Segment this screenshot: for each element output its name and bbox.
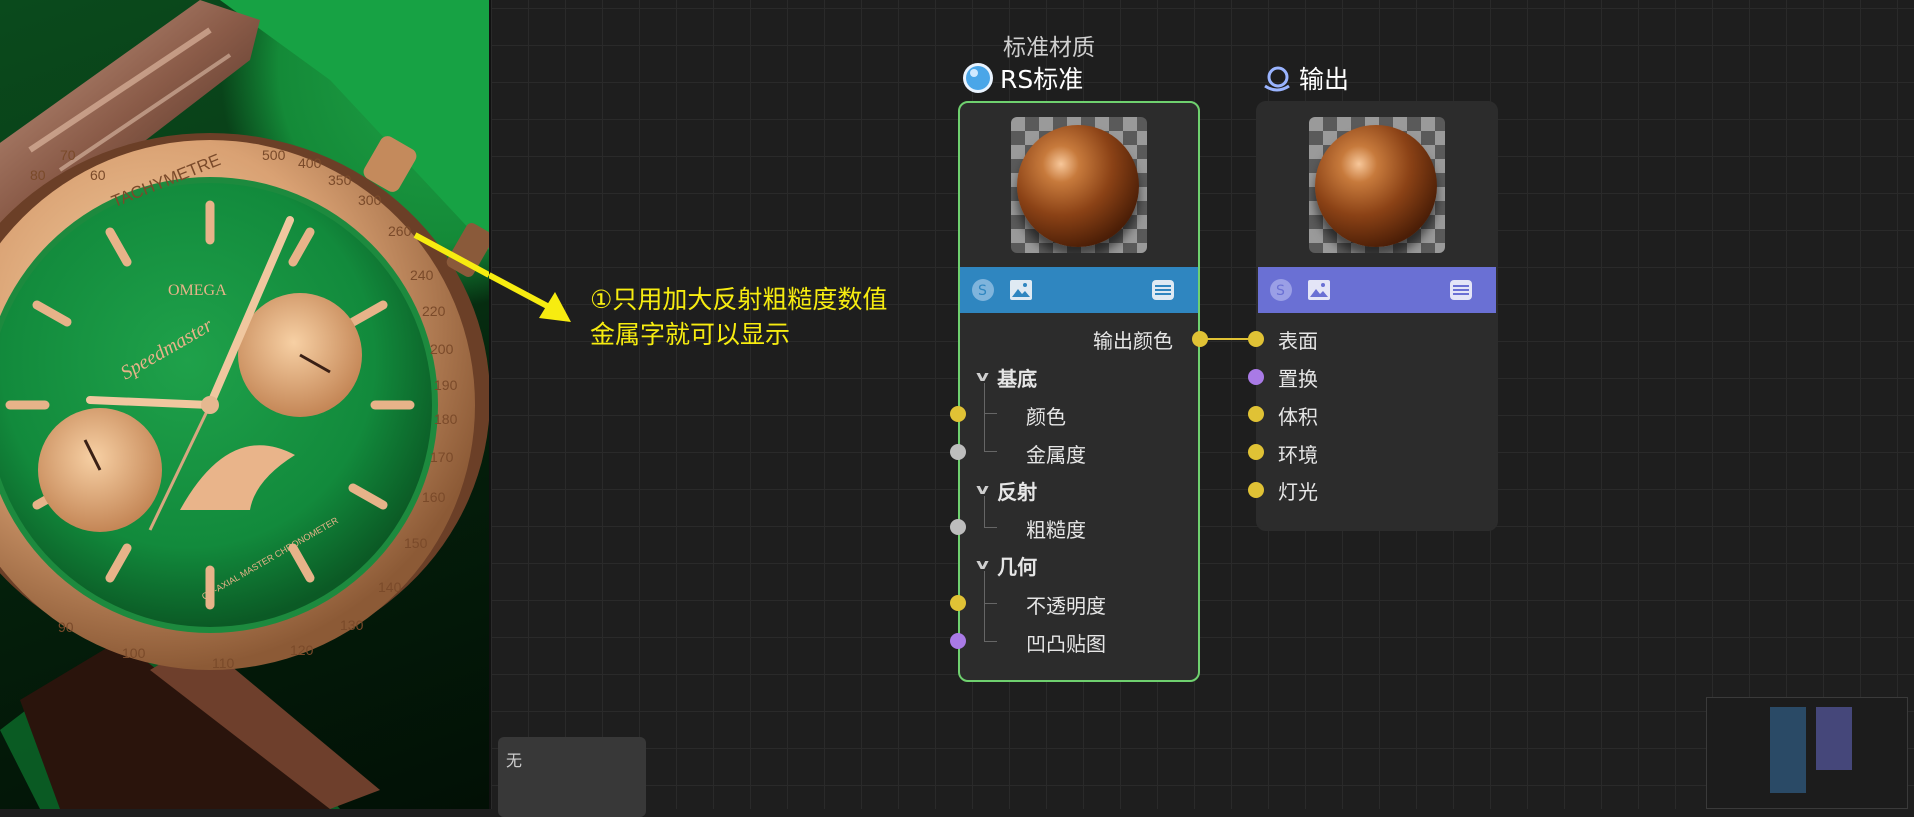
material-preview-thumbnail <box>1011 117 1147 253</box>
scale-400: 400 <box>298 155 322 171</box>
material-node-title-text: RS标准 <box>1000 65 1084 94</box>
scale-180: 180 <box>434 411 458 427</box>
scale-240: 240 <box>410 267 434 283</box>
input-surface-label: 表面 <box>1278 328 1318 353</box>
redshift-icon[interactable]: S <box>970 277 996 303</box>
input-roughness-port[interactable] <box>950 519 966 535</box>
scale-350: 350 <box>328 172 352 188</box>
group-reflection-label: 反射 <box>997 479 1038 504</box>
image-icon[interactable] <box>1306 277 1332 303</box>
scale-200: 200 <box>430 341 454 357</box>
input-displacement-port[interactable] <box>1248 369 1264 385</box>
sphere-material-icon <box>963 63 993 93</box>
tree-connector <box>984 383 997 414</box>
scale-130: 130 <box>340 617 364 633</box>
menu-icon[interactable] <box>1150 277 1176 303</box>
input-opacity-label: 不透明度 <box>1026 593 1106 618</box>
scale-80: 80 <box>30 167 46 183</box>
group-geometry-label: 几何 <box>997 554 1038 579</box>
tree-connector <box>984 496 997 528</box>
input-surface-port[interactable] <box>1248 331 1264 347</box>
minimap-node-output <box>1816 707 1852 770</box>
node-editor-canvas[interactable] <box>491 0 1914 809</box>
redshift-icon[interactable]: S <box>1268 277 1294 303</box>
annotation-text: ①只用加大反射粗糙度数值 金属字就可以显示 <box>590 282 887 352</box>
input-displacement-label: 置换 <box>1278 366 1318 391</box>
output-preview-thumbnail <box>1309 117 1445 253</box>
scale-160: 160 <box>422 489 446 505</box>
input-metalness-port[interactable] <box>950 444 966 460</box>
annotation-line-2: 金属字就可以显示 <box>590 320 791 349</box>
input-volume-label: 体积 <box>1278 404 1318 429</box>
output-node-toolbar: S <box>1258 267 1496 313</box>
input-light-label: 灯光 <box>1278 479 1318 504</box>
scale-300: 300 <box>358 192 382 208</box>
scale-100: 100 <box>122 645 146 661</box>
scale-500: 500 <box>262 147 286 163</box>
scale-170: 170 <box>430 449 454 465</box>
input-bump-port[interactable] <box>950 633 966 649</box>
info-box: 无 <box>498 737 646 817</box>
input-volume-port[interactable] <box>1248 406 1264 422</box>
minimap-node-material <box>1770 707 1806 793</box>
output-node-icon <box>1264 66 1290 92</box>
tree-connector <box>984 571 997 604</box>
image-icon[interactable] <box>1008 277 1034 303</box>
watch-brand-text: OMEGA <box>168 282 227 299</box>
input-environment-label: 环境 <box>1278 442 1318 467</box>
tree-connector <box>984 413 997 452</box>
annotation-line-1: ①只用加大反射粗糙度数值 <box>590 285 888 314</box>
input-roughness-label: 粗糙度 <box>1026 517 1086 542</box>
scale-70: 70 <box>60 147 76 163</box>
scale-150: 150 <box>404 535 428 551</box>
minimap[interactable] <box>1706 697 1908 809</box>
scale-60: 60 <box>90 167 106 183</box>
material-node-subtitle: 标准材质 <box>1003 35 1095 61</box>
info-box-text: 无 <box>506 751 523 770</box>
output-node-title-text: 输出 <box>1299 65 1350 94</box>
output-color-label: 输出颜色 <box>1093 328 1173 353</box>
scale-260: 260 <box>388 223 412 239</box>
scale-110: 110 <box>212 655 235 671</box>
output-node-title[interactable]: 输出 <box>1261 60 1349 96</box>
input-bump-label: 凹凸贴图 <box>1026 631 1106 656</box>
input-light-port[interactable] <box>1248 482 1264 498</box>
svg-text:S: S <box>1276 283 1285 299</box>
menu-icon[interactable] <box>1448 277 1474 303</box>
input-metalness-label: 金属度 <box>1026 442 1086 467</box>
watch-render-image: OMEGA Speedmaster TACHYMETRE CO-AXIAL MA… <box>0 0 489 809</box>
group-base-label: 基底 <box>997 366 1038 391</box>
tree-connector <box>984 603 997 642</box>
scale-90: 90 <box>58 619 74 635</box>
svg-text:S: S <box>978 283 987 299</box>
input-color-label: 颜色 <box>1026 404 1066 429</box>
annotation-arrow-icon <box>489 272 571 322</box>
scale-120: 120 <box>290 642 314 658</box>
scale-190: 190 <box>434 377 458 393</box>
material-node-toolbar: S <box>960 267 1198 313</box>
scale-220: 220 <box>422 303 446 319</box>
input-environment-port[interactable] <box>1248 444 1264 460</box>
input-color-port[interactable] <box>950 406 966 422</box>
output-color-port[interactable] <box>1192 331 1208 347</box>
material-node-title[interactable]: RS标准 <box>962 60 1083 96</box>
scale-140: 140 <box>378 579 402 595</box>
input-opacity-port[interactable] <box>950 595 966 611</box>
render-preview: OMEGA Speedmaster TACHYMETRE CO-AXIAL MA… <box>0 0 489 809</box>
